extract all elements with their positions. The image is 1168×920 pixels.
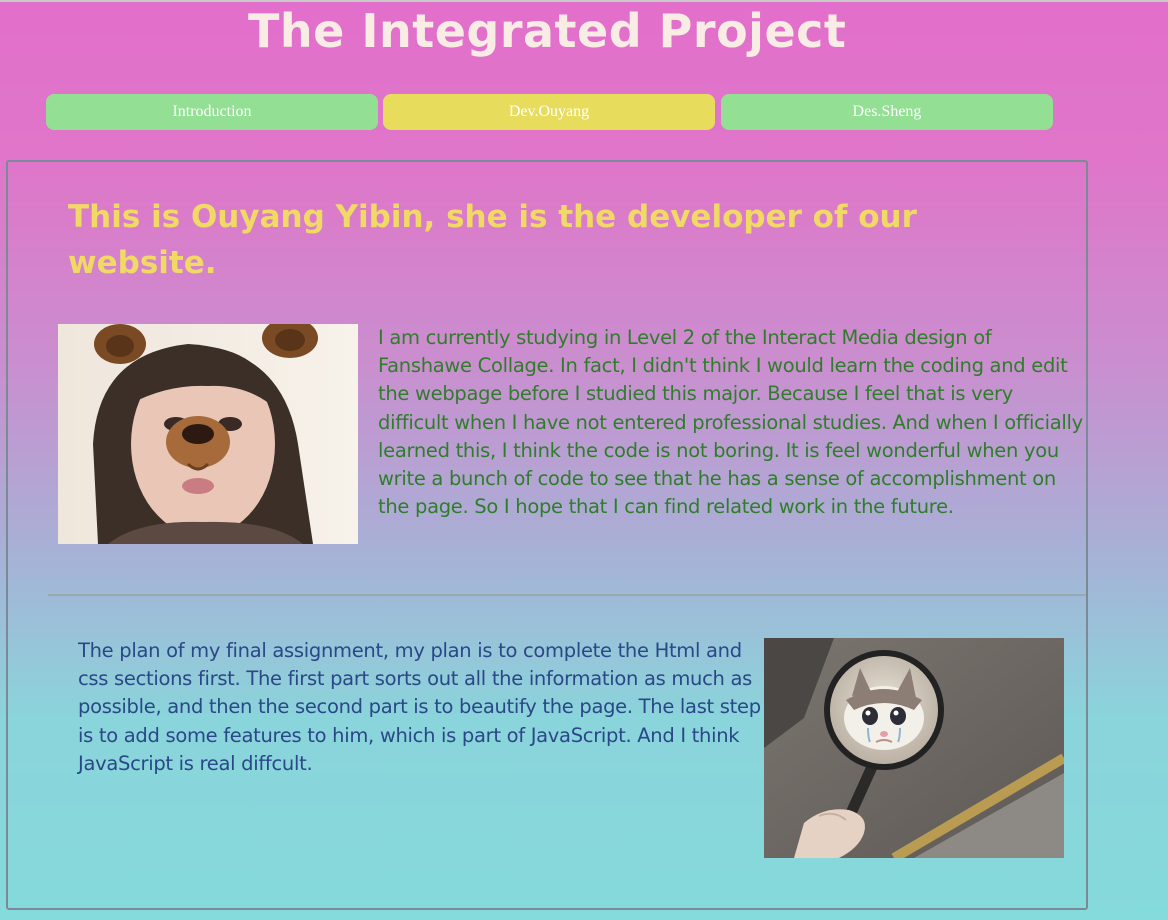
developer-headline: This is Ouyang Yibin, she is the develop… [68, 199, 917, 281]
main-nav: Introduction Dev.Ouyang Des.Sheng [46, 94, 1054, 130]
crying-cat-magnifier-photo [764, 638, 1064, 858]
assignment-plan: The plan of my final assignment, my plan… [78, 639, 761, 775]
portrait-illustration [58, 324, 358, 544]
top-border [0, 0, 1168, 2]
cat-magnifier-illustration [764, 638, 1064, 858]
tab-introduction[interactable]: Introduction [46, 94, 378, 130]
developer-bio: I am currently studying in Level 2 of th… [378, 326, 1083, 519]
section-divider [48, 594, 1086, 596]
site-title: The Integrated Project [248, 4, 847, 58]
tab-dev-ouyang[interactable]: Dev.Ouyang [383, 94, 715, 130]
tab-des-sheng[interactable]: Des.Sheng [721, 94, 1053, 130]
developer-portrait-photo [58, 324, 358, 544]
content-panel: This is Ouyang Yibin, she is the develop… [6, 160, 1088, 910]
